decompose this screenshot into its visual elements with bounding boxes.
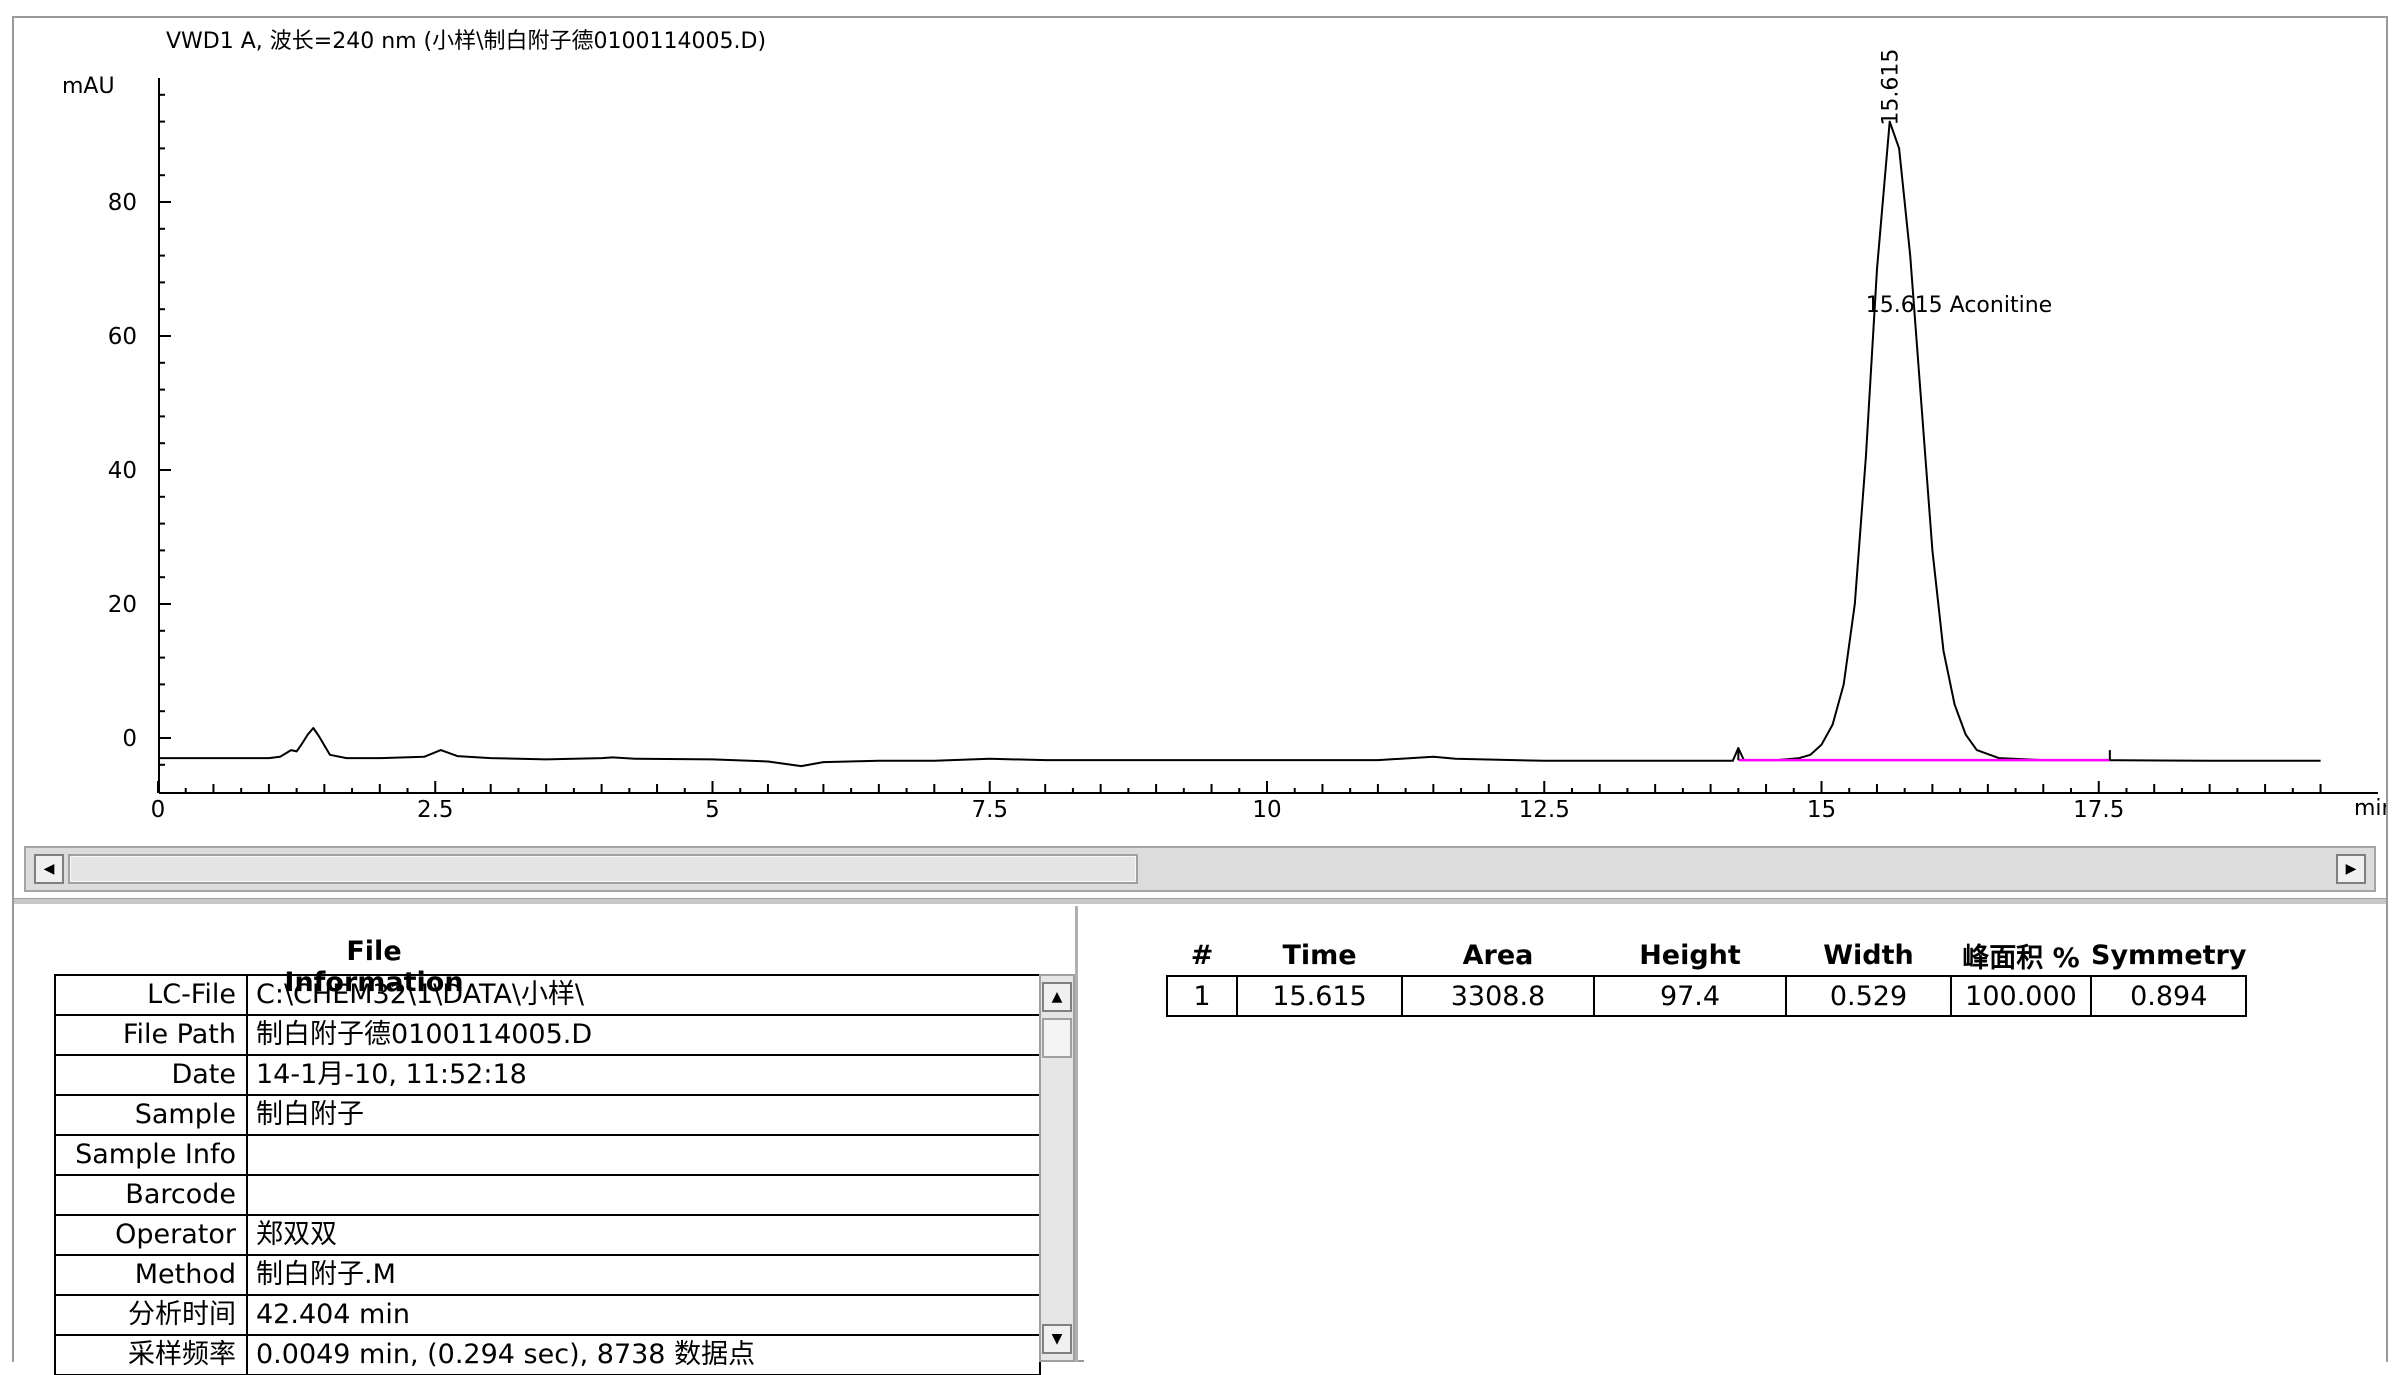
file-info-row: Method 制白附子.M [54,1254,1041,1296]
scroll-up-button[interactable]: ▲ [1042,982,1072,1012]
peak-retention-time-label: 15.615 [1879,49,1904,126]
file-info-label: File Path [54,1014,248,1056]
file-info-row: 采样频率 0.0049 min, (0.294 sec), 8738 数据点 [54,1334,1041,1375]
file-info-value: C:\CHEM32\1\DATA\小样\ [246,974,1041,1016]
file-info-row: Date 14-1月-10, 11:52:18 [54,1054,1041,1096]
x-tick-label: 15 [1807,797,1836,823]
triangle-up-icon: ▲ [1051,989,1063,1005]
x-tick-label: 10 [1252,797,1281,823]
chart-title: VWD1 A, 波长=240 nm (小样\制白附子德0100114005.D) [166,29,766,54]
file-info-label: Sample [54,1094,248,1136]
file-info-row: Operator 郑双双 [54,1214,1041,1256]
peak-table-cell: 15.615 [1236,975,1403,1017]
peak-table-header: Width [1823,940,1914,971]
peak-table-header: Area [1462,940,1534,971]
file-information-pane: File Information LC-File C:\CHEM32\1\DATA… [14,906,1078,1375]
file-info-row: Barcode [54,1174,1041,1216]
file-info-row: Sample Info [54,1134,1041,1176]
x-tick-label: 5 [705,797,720,823]
x-tick-label: 17.5 [2073,797,2124,823]
chromatogram-window: VWD1 A, 波长=240 nm (小样\制白附子德0100114005.D)… [12,16,2388,1375]
file-info-value: 郑双双 [246,1214,1041,1256]
y-tick-label: 40 [108,458,137,484]
horizontal-scrollbar[interactable]: ◀ ▶ [24,846,2376,892]
file-info-value [246,1134,1041,1176]
triangle-down-icon: ▼ [1051,1331,1063,1347]
file-info-value: 制白附子 [246,1094,1041,1136]
file-info-value: 0.0049 min, (0.294 sec), 8738 数据点 [246,1334,1041,1375]
vertical-scroll-thumb[interactable] [1042,1018,1072,1058]
file-information-table: LC-File C:\CHEM32\1\DATA\小样\ File Path 制白附子… [54,974,1041,1375]
y-tick-label: 60 [108,324,137,350]
file-info-value: 42.404 min [246,1294,1041,1336]
peak-table-cell: 0.529 [1785,975,1952,1017]
y-tick-label: 80 [108,190,137,216]
peak-table-pane: # Time Area Height Width 峰面积 % Symmetry 1 15.61… [1084,906,2386,1362]
x-tick-label: 0 [151,797,166,823]
file-info-label: LC-File [54,974,248,1016]
peak-table-cell: 1 [1166,975,1238,1017]
file-info-label: Method [54,1254,248,1296]
peak-table-header: 峰面积 % [1962,943,2080,974]
x-tick-label: 2.5 [417,797,454,823]
peak-compound-label: 15.615 Aconitine [1866,293,2052,318]
file-info-value [246,1174,1041,1216]
x-tick-label: 12.5 [1519,797,1570,823]
chromatogram-chart: VWD1 A, 波长=240 nm (小样\制白附子德0100114005.D)… [62,29,2386,823]
scroll-left-button[interactable]: ◀ [34,854,64,884]
pane-splitter[interactable] [14,898,2386,904]
file-info-value: 14-1月-10, 11:52:18 [246,1054,1041,1096]
file-info-row: 分析时间 42.404 min [54,1294,1041,1336]
file-info-row: LC-File C:\CHEM32\1\DATA\小样\ [54,974,1041,1016]
y-tick-label: 20 [108,592,137,618]
file-info-label: 采样频率 [54,1334,248,1375]
peak-table-cell: 0.894 [2089,975,2248,1017]
chromatogram-pane: VWD1 A, 波长=240 nm (小样\制白附子德0100114005.D)… [14,18,2386,830]
peak-table-cell: 100.000 [1950,975,2092,1017]
y-tick-label: 0 [122,726,137,752]
file-info-value: 制白附子.M [246,1254,1041,1296]
scroll-down-button[interactable]: ▼ [1042,1324,1072,1354]
peak-table-cell: 97.4 [1593,975,1787,1017]
horizontal-scroll-thumb[interactable] [68,854,1138,884]
file-info-label: Sample Info [54,1134,248,1176]
file-info-label: Date [54,1054,248,1096]
peak-table: # Time Area Height Width 峰面积 % Symmetry 1 15.61… [1166,936,2248,1017]
peak-table-header: # [1190,940,1214,971]
x-axis-label: min [2354,796,2386,821]
file-info-value: 制白附子德0100114005.D [246,1014,1041,1056]
peak-table-row[interactable]: 1 15.615 3308.8 97.4 0.529 100.000 0.894 [1166,975,2248,1017]
triangle-left-icon: ◀ [43,861,55,877]
file-info-label: Barcode [54,1174,248,1216]
file-info-row: File Path 制白附子德0100114005.D [54,1014,1041,1056]
peak-table-header: Time [1282,940,1357,971]
vertical-scrollbar[interactable]: ▲ ▼ [1039,974,1075,1362]
peak-table-header: Height [1639,940,1741,971]
file-info-label: Operator [54,1214,248,1256]
peak-table-cell: 3308.8 [1401,975,1595,1017]
peak-table-header: Symmetry [2091,940,2247,971]
scroll-right-button[interactable]: ▶ [2336,854,2366,884]
x-tick-label: 7.5 [971,797,1008,823]
triangle-right-icon: ▶ [2345,861,2357,877]
signal-trace [158,120,2321,768]
file-info-row: Sample 制白附子 [54,1094,1041,1136]
y-axis-label: mAU [62,74,115,99]
file-info-label: 分析时间 [54,1294,248,1336]
